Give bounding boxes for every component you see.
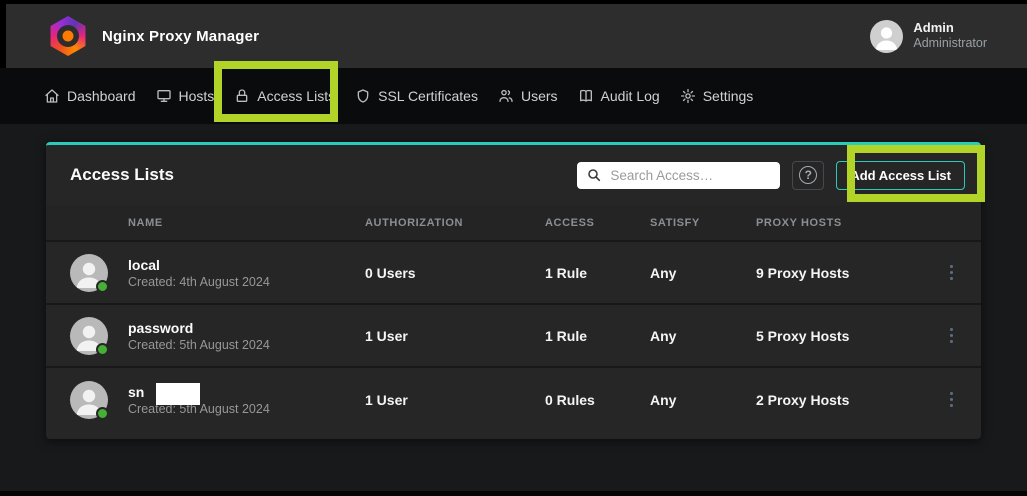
- page-title: Access Lists: [70, 165, 174, 185]
- search-input[interactable]: [577, 162, 780, 189]
- redaction-box: [156, 383, 200, 405]
- npm-hexagon-logo: [49, 16, 87, 56]
- nav-label: Access Lists: [257, 88, 335, 104]
- access-list-name: local: [128, 256, 355, 275]
- nav-item-hosts[interactable]: Hosts: [156, 88, 215, 104]
- access-cell: 0 Rules: [545, 392, 650, 408]
- table-header: NAME AUTHORIZATION ACCESS SATISFY PROXY …: [46, 205, 981, 242]
- search-icon: [586, 167, 602, 188]
- nav-label: SSL Certificates: [378, 88, 478, 104]
- nav-label: Audit Log: [601, 88, 660, 104]
- nav-item-settings[interactable]: Settings: [680, 88, 754, 104]
- gear-icon: [680, 88, 696, 104]
- home-icon: [44, 88, 60, 104]
- window-frame-top: [0, 0, 1027, 4]
- authorization-cell: 1 User: [365, 392, 545, 408]
- avatar: [70, 381, 108, 419]
- user-name: Admin: [913, 20, 987, 36]
- search-wrap: [577, 162, 780, 189]
- title-bar: Nginx Proxy Manager Admin Administrator: [0, 4, 1027, 68]
- status-online-dot: [96, 280, 109, 293]
- nav-item-audit-log[interactable]: Audit Log: [578, 88, 660, 104]
- help-button[interactable]: ?: [792, 161, 824, 190]
- status-online-dot: [96, 407, 109, 420]
- access-lists-panel: Access Lists ? Add Access List: [46, 142, 981, 439]
- add-access-list-button[interactable]: Add Access List: [836, 161, 965, 190]
- satisfy-cell: Any: [650, 328, 756, 344]
- status-online-dot: [96, 343, 109, 356]
- user-menu[interactable]: Admin Administrator: [870, 20, 987, 53]
- user-avatar[interactable]: [870, 20, 903, 53]
- name-cell: local Created: 4th August 2024: [128, 256, 365, 289]
- person-icon: [870, 20, 903, 53]
- window-frame-bottom: [0, 491, 1027, 496]
- access-list-name: password: [128, 319, 355, 338]
- column-header-proxy-hosts: PROXY HOSTS: [756, 217, 957, 229]
- row-actions-kebab-icon[interactable]: [946, 386, 958, 414]
- proxy-hosts-cell: 9 Proxy Hosts: [756, 265, 849, 281]
- row-actions-kebab-icon[interactable]: [946, 259, 958, 287]
- column-header-name: NAME: [128, 217, 365, 229]
- shield-icon: [355, 88, 371, 104]
- users-icon: [498, 88, 514, 104]
- column-header-satisfy: SATISFY: [650, 217, 756, 229]
- name-cell: sn Created: 5th August 2024: [128, 383, 365, 416]
- access-cell: 1 Rule: [545, 328, 650, 344]
- app-title: Nginx Proxy Manager: [102, 28, 259, 45]
- access-cell: 1 Rule: [545, 265, 650, 281]
- authorization-cell: 0 Users: [365, 265, 545, 281]
- toolbar: ? Add Access List: [577, 161, 965, 190]
- avatar: [70, 254, 108, 292]
- book-icon: [578, 88, 594, 104]
- nav-item-dashboard[interactable]: Dashboard: [44, 88, 136, 104]
- help-icon: ?: [799, 166, 817, 184]
- nav-item-ssl-certificates[interactable]: SSL Certificates: [355, 88, 478, 104]
- access-list-created: Created: 4th August 2024: [128, 275, 355, 289]
- user-meta: Admin Administrator: [913, 20, 987, 52]
- nav-item-users[interactable]: Users: [498, 88, 558, 104]
- table-row[interactable]: password Created: 5th August 2024 1 User…: [46, 305, 981, 368]
- nav-label: Hosts: [179, 88, 215, 104]
- nav-item-access-lists[interactable]: Access Lists: [234, 88, 335, 104]
- nav-label: Settings: [703, 88, 754, 104]
- column-header-access: ACCESS: [545, 217, 650, 229]
- monitor-icon: [156, 88, 172, 104]
- avatar: [70, 317, 108, 355]
- panel-header: Access Lists ? Add Access List: [46, 145, 981, 205]
- proxy-hosts-cell: 5 Proxy Hosts: [756, 328, 849, 344]
- name-cell: password Created: 5th August 2024: [128, 319, 365, 352]
- main-nav: Dashboard Hosts Access Lists SSL Certifi…: [0, 68, 1027, 124]
- column-header-authorization: AUTHORIZATION: [365, 217, 545, 229]
- satisfy-cell: Any: [650, 392, 756, 408]
- access-list-created: Created: 5th August 2024: [128, 338, 355, 352]
- table-row[interactable]: local Created: 4th August 2024 0 Users 1…: [46, 242, 981, 305]
- nav-label: Users: [521, 88, 558, 104]
- row-actions-kebab-icon[interactable]: [946, 322, 958, 350]
- lock-icon: [234, 88, 250, 104]
- table-row[interactable]: sn Created: 5th August 2024 1 User 0 Rul…: [46, 368, 981, 431]
- main-content: Access Lists ? Add Access List: [0, 124, 1027, 491]
- authorization-cell: 1 User: [365, 328, 545, 344]
- user-role: Administrator: [913, 36, 987, 52]
- nav-label: Dashboard: [67, 88, 136, 104]
- proxy-hosts-cell: 2 Proxy Hosts: [756, 392, 849, 408]
- app-window: Nginx Proxy Manager Admin Administrator …: [0, 0, 1027, 496]
- satisfy-cell: Any: [650, 265, 756, 281]
